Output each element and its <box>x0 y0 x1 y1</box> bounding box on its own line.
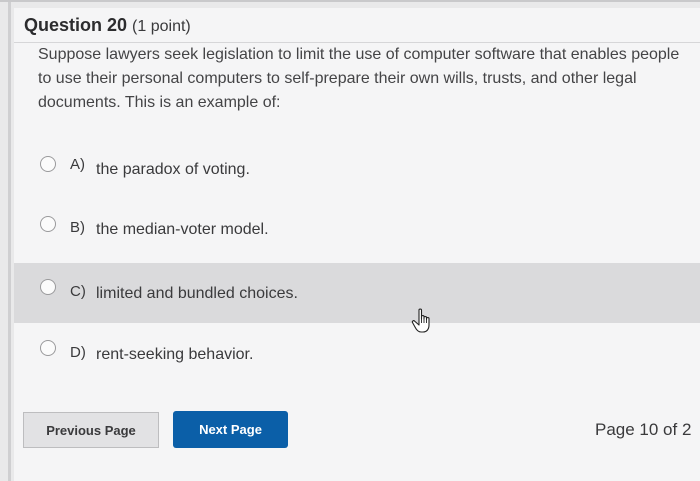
option-c-text: limited and bundled choices. <box>96 285 298 302</box>
option-c-letter: C) <box>70 283 86 300</box>
question-prompt: Suppose lawyers seek legislation to limi… <box>38 46 680 111</box>
option-b-text: the median-voter model. <box>96 221 269 238</box>
question-points: (1 point) <box>132 18 191 35</box>
hand-pointer-icon <box>411 308 430 333</box>
next-page-button[interactable]: Next Page <box>173 411 288 448</box>
question-number: Question 20 <box>24 15 128 35</box>
option-b-letter: B) <box>70 219 85 236</box>
left-border <box>8 2 11 481</box>
option-a[interactable]: A) the paradox of voting. <box>14 140 700 200</box>
option-b-radio[interactable] <box>40 216 56 232</box>
top-divider <box>0 0 700 2</box>
option-d[interactable]: D) rent-seeking behavior. <box>14 324 700 384</box>
option-d-radio[interactable] <box>40 340 56 356</box>
question-header: Question 20 (1 point) <box>14 8 700 43</box>
option-a-letter: A) <box>70 156 85 173</box>
option-a-text: the paradox of voting. <box>96 161 250 178</box>
option-d-text: rent-seeking behavior. <box>96 346 254 363</box>
option-a-radio[interactable] <box>40 156 56 172</box>
option-c-radio[interactable] <box>40 279 56 295</box>
page-indicator: Page 10 of 2 <box>595 420 692 439</box>
question-title: Question 20 (1 point) <box>24 15 191 36</box>
option-c[interactable]: C) limited and bundled choices. <box>14 263 700 323</box>
option-b[interactable]: B) the median-voter model. <box>14 201 700 261</box>
option-d-letter: D) <box>70 344 86 361</box>
previous-page-button[interactable]: Previous Page <box>23 412 159 448</box>
